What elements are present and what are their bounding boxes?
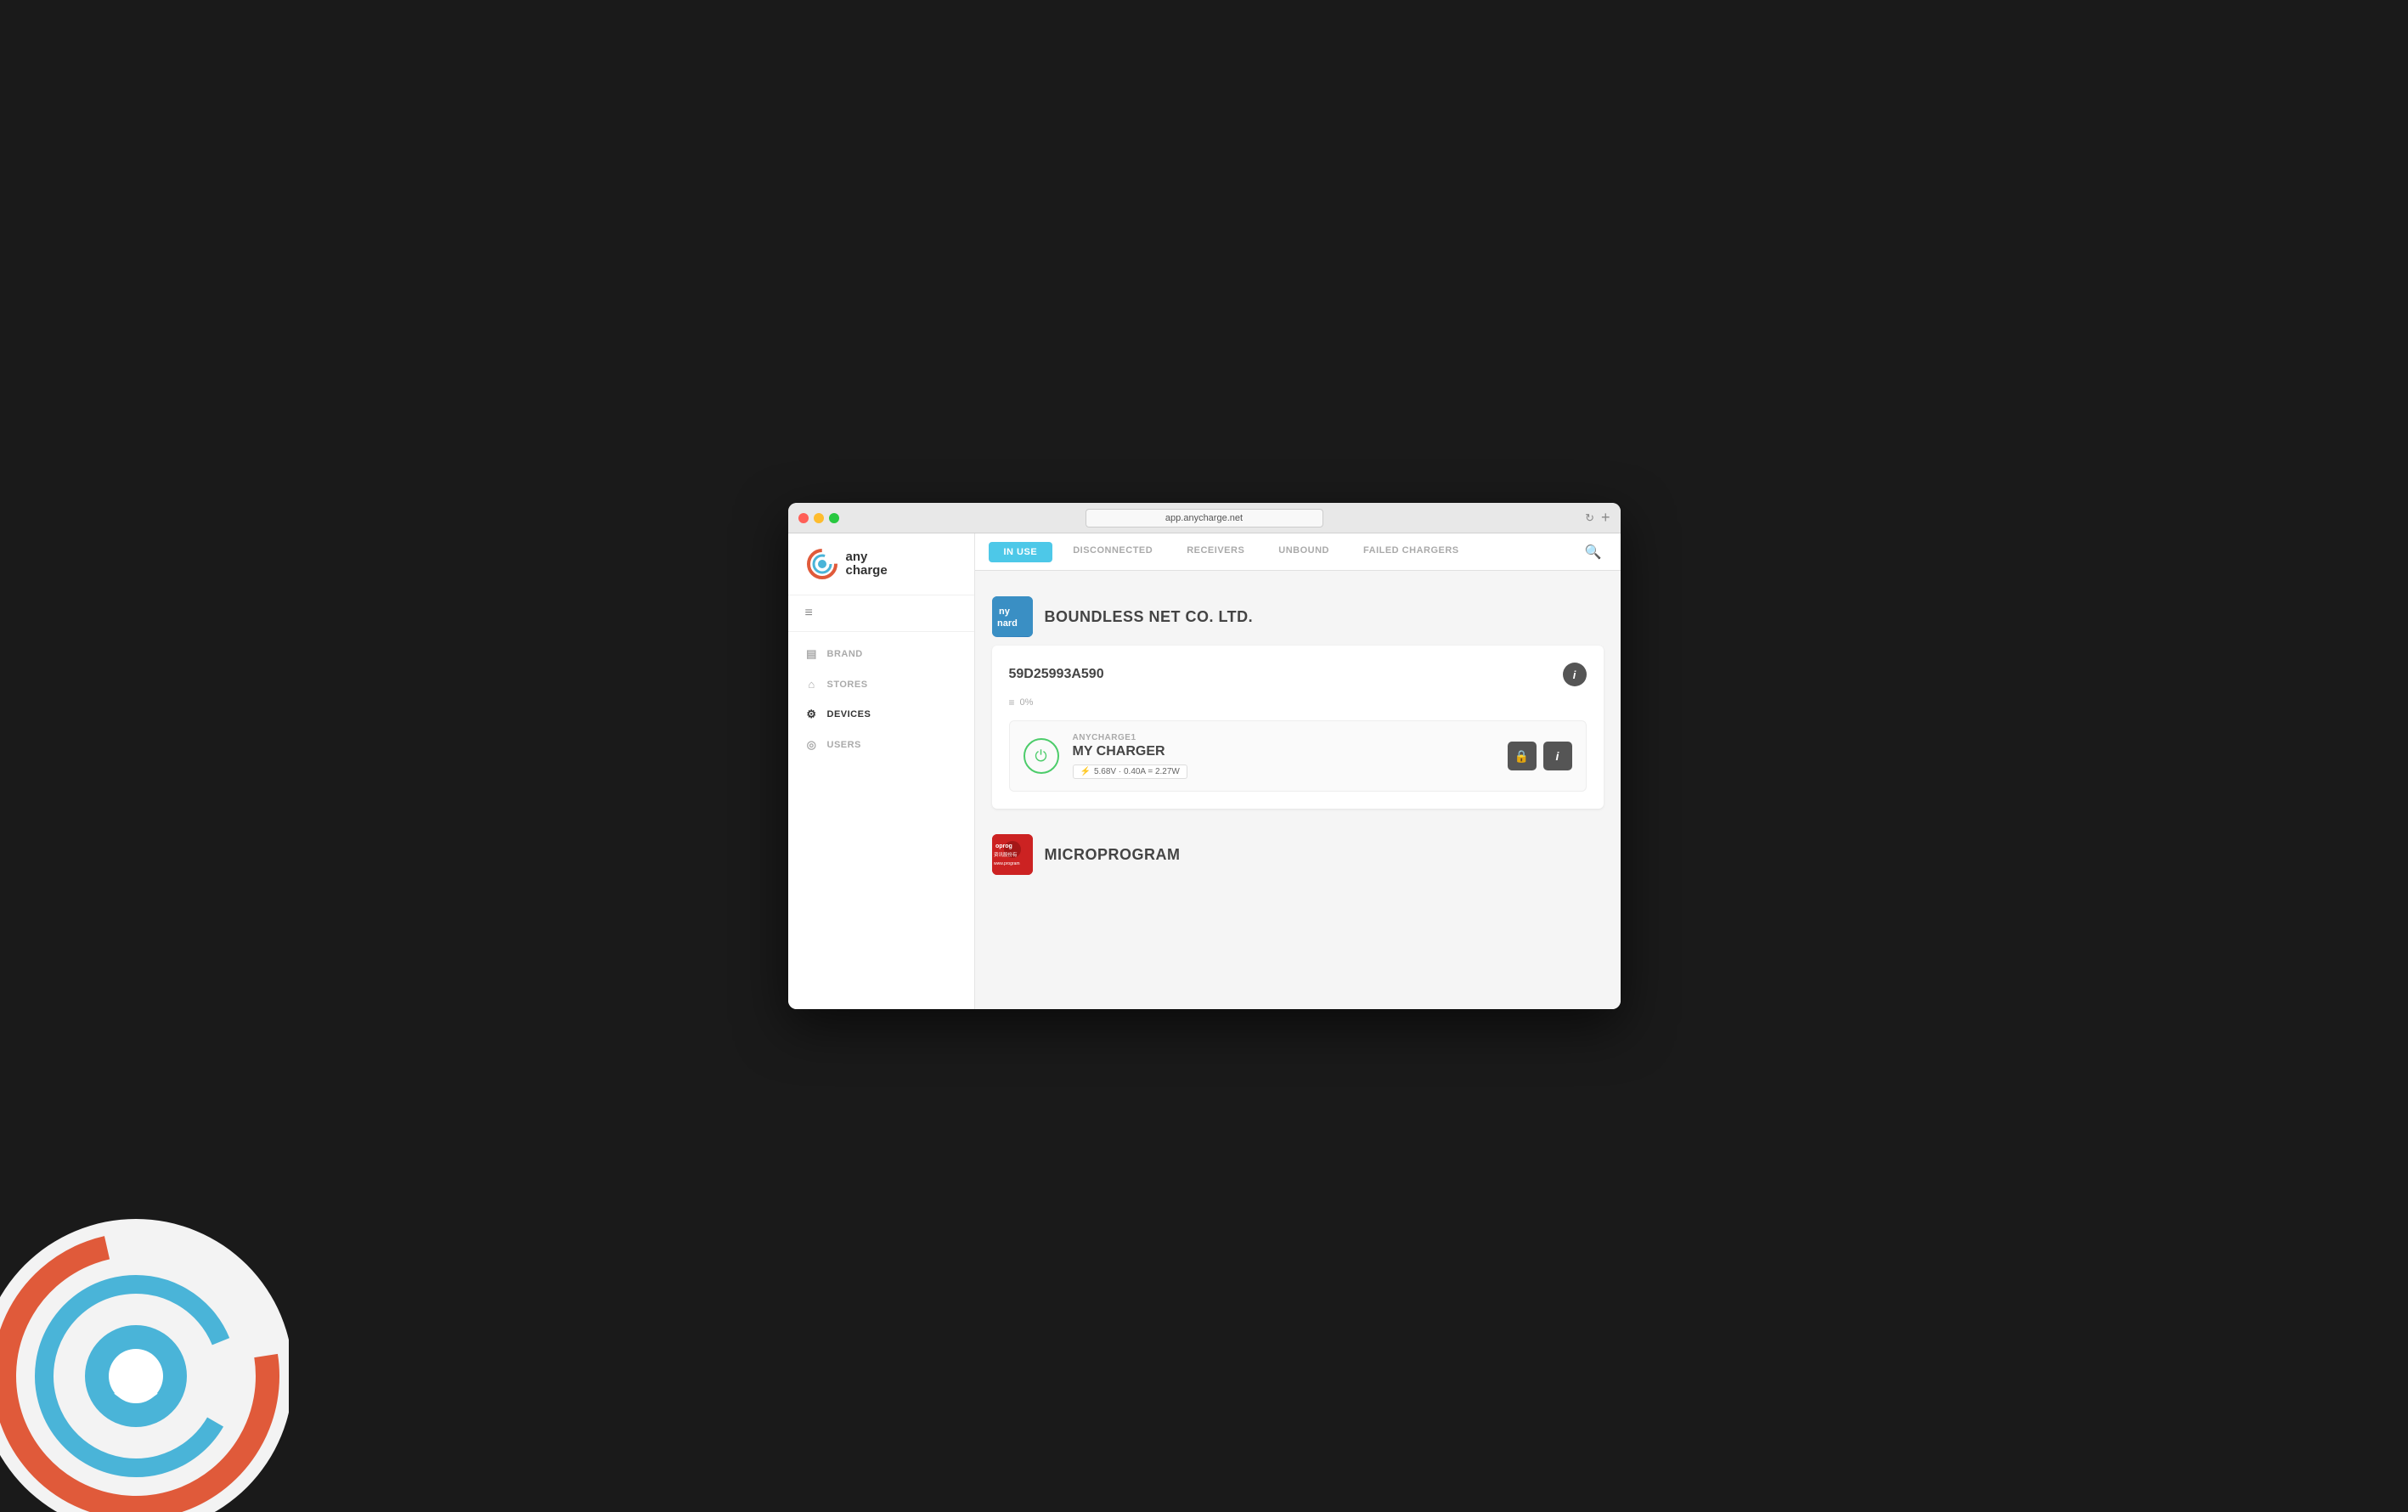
- brand-icon: ▤: [805, 647, 819, 661]
- device-card-59D25993A590: 59D25993A590 i ≡ 0% ⏻: [992, 646, 1604, 809]
- charger-item-mycharger: ⏻ ANYCHARGE1 MY CHARGER ⚡ 5.68V · 0.40A …: [1009, 720, 1587, 792]
- device-id: 59D25993A590: [1009, 667, 1104, 682]
- charger-actions: 🔒 i: [1508, 742, 1572, 770]
- search-icon: 🔍: [1585, 545, 1602, 560]
- company-microprogram-name: MICROPROGRAM: [1045, 846, 1181, 864]
- signal-percent: 0%: [1020, 697, 1034, 708]
- minimize-button[interactable]: [814, 513, 824, 523]
- charger-label: ANYCHARGE1: [1073, 733, 1494, 742]
- signal-icon: ≡: [1009, 697, 1015, 708]
- sidebar-item-users[interactable]: ◎ USERS: [788, 730, 974, 760]
- content-area: ny nard BOUNDLESS NET CO. LTD. 59D25993A…: [975, 571, 1621, 1009]
- tab-unbound[interactable]: UNBOUND: [1261, 533, 1346, 570]
- lock-icon: 🔒: [1514, 749, 1529, 764]
- hamburger-icon: ≡: [805, 606, 813, 620]
- traffic-lights: [798, 513, 839, 523]
- company-boundless-logo-text: ny nard: [992, 596, 1033, 637]
- company-boundless-logo: ny nard: [992, 596, 1033, 637]
- company-microprogram-logo: oprog 资讯股份有 www.program: [992, 834, 1033, 875]
- close-button[interactable]: [798, 513, 809, 523]
- svg-text:ny: ny: [999, 606, 1011, 617]
- reload-button[interactable]: ↻: [1585, 511, 1594, 525]
- company-boundless-name: BOUNDLESS NET CO. LTD.: [1045, 608, 1254, 626]
- browser-window: app.anycharge.net ↻ + any charge: [788, 503, 1621, 1009]
- charger-lock-button[interactable]: 🔒: [1508, 742, 1537, 770]
- tabs-bar: IN USE DISCONNECTED RECEIVERS UNBOUND FA…: [975, 533, 1621, 571]
- sidebar-nav: ▤ BRAND ⌂ STORES ⚙ DEVICES ◎ USERS: [788, 632, 974, 767]
- device-signal: ≡ 0%: [1009, 697, 1587, 708]
- anycharge-big-logo: [0, 1206, 289, 1512]
- charger-info-icon: i: [1556, 749, 1559, 763]
- search-button[interactable]: 🔍: [1576, 535, 1610, 569]
- users-icon: ◎: [805, 738, 819, 752]
- sidebar-item-brand-label: BRAND: [827, 649, 863, 659]
- new-tab-button[interactable]: +: [1601, 509, 1610, 527]
- charger-stats: ⚡ 5.68V · 0.40A = 2.27W: [1073, 764, 1187, 779]
- bolt-icon: ⚡: [1080, 767, 1091, 776]
- sidebar-item-devices[interactable]: ⚙ DEVICES: [788, 699, 974, 730]
- svg-text:nard: nard: [997, 618, 1018, 629]
- fullscreen-button[interactable]: [829, 513, 839, 523]
- main-content: IN USE DISCONNECTED RECEIVERS UNBOUND FA…: [975, 533, 1621, 1009]
- device-header: 59D25993A590 i: [1009, 663, 1587, 686]
- sidebar-item-stores-label: STORES: [827, 680, 868, 690]
- company-microprogram: oprog 资讯股份有 www.program MICROPROGRAM: [992, 826, 1604, 883]
- company-boundless-header: ny nard BOUNDLESS NET CO. LTD.: [992, 588, 1604, 646]
- big-logo-overlay: [0, 1206, 289, 1512]
- url-text: app.anycharge.net: [1165, 513, 1243, 523]
- stores-icon: ⌂: [805, 678, 819, 691]
- charger-info-button[interactable]: i: [1543, 742, 1572, 770]
- charger-details: ANYCHARGE1 MY CHARGER ⚡ 5.68V · 0.40A = …: [1073, 733, 1494, 779]
- charger-name: MY CHARGER: [1073, 744, 1494, 759]
- app-layout: any charge ≡ ▤ BRAND ⌂ STORES ⚙: [788, 533, 1621, 1009]
- sidebar-item-users-label: USERS: [827, 740, 861, 750]
- logo-text: any charge: [846, 550, 888, 578]
- company-boundless: ny nard BOUNDLESS NET CO. LTD. 59D25993A…: [992, 588, 1604, 809]
- anycharge-logo-icon: [805, 547, 839, 581]
- sidebar-item-stores[interactable]: ⌂ STORES: [788, 669, 974, 699]
- tab-in-use[interactable]: IN USE: [989, 542, 1053, 562]
- hamburger-menu[interactable]: ≡: [788, 595, 974, 632]
- url-bar[interactable]: app.anycharge.net: [1086, 509, 1323, 528]
- tab-receivers[interactable]: RECEIVERS: [1170, 533, 1261, 570]
- sidebar-logo: any charge: [788, 533, 974, 595]
- charger-stats-value: 5.68V · 0.40A = 2.27W: [1094, 767, 1180, 776]
- tab-disconnected[interactable]: DISCONNECTED: [1056, 533, 1170, 570]
- charger-power-button[interactable]: ⏻: [1024, 738, 1059, 774]
- title-bar: app.anycharge.net ↻ +: [788, 503, 1621, 533]
- svg-text:oprog: oprog: [995, 843, 1012, 849]
- svg-text:www.program: www.program: [994, 861, 1020, 866]
- devices-icon: ⚙: [805, 708, 819, 721]
- tab-failed-chargers[interactable]: FAILED CHARGERS: [1346, 533, 1476, 570]
- sidebar: any charge ≡ ▤ BRAND ⌂ STORES ⚙: [788, 533, 975, 1009]
- power-icon: ⏻: [1035, 748, 1046, 765]
- sidebar-item-brand[interactable]: ▤ BRAND: [788, 639, 974, 669]
- svg-text:资讯股份有: 资讯股份有: [994, 851, 1018, 858]
- sidebar-item-devices-label: DEVICES: [827, 709, 871, 719]
- company-microprogram-header: oprog 资讯股份有 www.program MICROPROGRAM: [992, 826, 1604, 883]
- device-info-button[interactable]: i: [1563, 663, 1587, 686]
